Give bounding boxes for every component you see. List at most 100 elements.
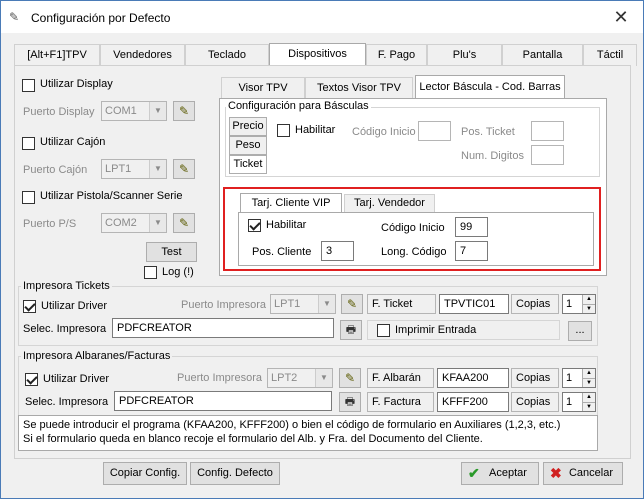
albaranes-driver-checkbox[interactable] — [25, 373, 38, 386]
fticket-label: F. Ticket — [367, 294, 436, 314]
cliente-codigo-inicio-input[interactable]: 99 — [455, 217, 488, 237]
albaranes-copias2-label: Copias — [511, 392, 559, 412]
falbaran-input[interactable]: KFAA200 — [437, 368, 509, 388]
spin-up-icon[interactable]: ▲ — [582, 393, 595, 402]
log-checkbox[interactable] — [144, 266, 157, 279]
albaranes-edit-button[interactable]: ✎ — [339, 368, 361, 388]
check-icon: ✔ — [468, 465, 480, 481]
bascula-codigo-inicio-input[interactable] — [418, 121, 451, 141]
ticket-button[interactable]: Ticket — [229, 155, 267, 174]
puerto-display-value: COM1 — [105, 105, 137, 117]
puerto-ps-label: Puerto P/S — [23, 218, 77, 230]
precio-button[interactable]: Precio — [229, 117, 267, 136]
subtab-textos-visor[interactable]: Textos Visor TPV — [305, 77, 413, 99]
long-codigo-input[interactable]: 7 — [455, 241, 488, 261]
puerto-display-select[interactable]: COM1 ▼ — [101, 101, 167, 121]
subtab-visor[interactable]: Visor TPV — [221, 77, 305, 99]
pos-ticket-input[interactable] — [531, 121, 564, 141]
tickets-driver-checkbox[interactable] — [23, 300, 36, 313]
spin-up-icon[interactable]: ▲ — [582, 295, 595, 304]
imprimir-entrada-checkbox[interactable] — [377, 324, 390, 337]
close-icon[interactable]: ✕ — [599, 1, 643, 33]
printer-icon: 🖶 — [345, 324, 357, 336]
num-digitos-label: Num. Digitos — [461, 150, 524, 162]
pos-cliente-input[interactable]: 3 — [321, 241, 354, 261]
albaranes-copias2-spinner[interactable]: 1 ▲ ▼ — [562, 392, 596, 412]
pencil-icon: ✎ — [178, 162, 190, 176]
info-line-2: Si el formulario queda en blanco recoje … — [23, 433, 483, 445]
albaranes-printer-button[interactable]: 🖶 — [339, 392, 361, 412]
subtab-lector-bascula[interactable]: Lector Báscula - Cod. Barras — [415, 75, 565, 99]
bascula-habilitar-checkbox[interactable] — [277, 124, 290, 137]
tab-dispositivos[interactable]: Dispositivos — [269, 43, 366, 67]
tab-fpago[interactable]: F. Pago — [366, 44, 427, 66]
display-checkbox[interactable] — [22, 79, 35, 92]
tab-vendedor[interactable]: Tarj. Vendedor — [344, 194, 435, 213]
spin-down-icon[interactable]: ▼ — [582, 402, 595, 411]
pencil-icon: ✎ — [178, 216, 190, 230]
fticket-input[interactable]: TPVTIC01 — [439, 294, 509, 314]
tab-teclado[interactable]: Teclado — [185, 44, 269, 66]
cancelar-button[interactable]: ✖ Cancelar — [543, 462, 623, 485]
cajon-checkbox[interactable] — [22, 137, 35, 150]
falbaran-label: F. Albarán — [367, 368, 434, 388]
chevron-down-icon: ▼ — [315, 369, 332, 387]
cajon-checkbox-label: Utilizar Cajón — [40, 136, 106, 148]
albaranes-copias-spinner[interactable]: 1 ▲ ▼ — [562, 368, 596, 388]
peso-button[interactable]: Peso — [229, 136, 267, 155]
long-codigo-label: Long. Código — [381, 246, 447, 258]
cliente-habilitar-checkbox[interactable] — [248, 219, 261, 232]
spin-up-icon[interactable]: ▲ — [582, 369, 595, 378]
puerto-ps-select[interactable]: COM2 ▼ — [101, 213, 167, 233]
tickets-selec-input[interactable]: PDFCREATOR — [112, 318, 334, 338]
spin-down-icon[interactable]: ▼ — [582, 304, 595, 313]
ffactura-input[interactable]: KFFF200 — [437, 392, 509, 412]
albaranes-copias2-value: 1 — [566, 396, 573, 408]
tickets-title: Impresora Tickets — [21, 280, 112, 292]
config-window: ✎ Configuración por Defecto ✕ [Alt+F1]TP… — [0, 0, 644, 499]
tickets-puerto-label: Puerto Impresora — [181, 299, 266, 311]
tickets-edit-button[interactable]: ✎ — [341, 294, 363, 314]
pencil-icon: ✎ — [178, 104, 190, 118]
spin-down-icon[interactable]: ▼ — [582, 378, 595, 387]
copiar-config-button[interactable]: Copiar Config. — [103, 462, 187, 485]
more-button[interactable]: ... — [568, 321, 592, 341]
main-tabbar: [Alt+F1]TPV Vendedores Teclado Dispositi… — [14, 43, 637, 67]
pos-ticket-label: Pos. Ticket — [461, 126, 515, 138]
albaranes-selec-input[interactable]: PDFCREATOR — [114, 391, 332, 411]
tickets-puerto-select[interactable]: LPT1 ▼ — [270, 294, 336, 314]
tab-cliente-vip[interactable]: Tarj. Cliente VIP — [240, 193, 342, 213]
tab-vendedores[interactable]: Vendedores — [100, 44, 185, 66]
cajon-edit-button[interactable]: ✎ — [173, 159, 195, 179]
config-defecto-button[interactable]: Config. Defecto — [190, 462, 280, 485]
albaranes-title: Impresora Albaranes/Facturas — [21, 350, 173, 362]
puerto-cajon-label: Puerto Cajón — [23, 164, 88, 176]
log-checkbox-label: Log (!) — [162, 266, 194, 278]
num-digitos-input[interactable] — [531, 145, 564, 165]
test-button[interactable]: Test — [146, 242, 197, 262]
albaranes-puerto-label: Puerto Impresora — [177, 372, 262, 384]
x-icon: ✖ — [550, 465, 562, 481]
info-line-1: Se puede introducir el programa (KFAA200… — [23, 419, 561, 431]
tickets-selec-label: Selec. Impresora — [23, 323, 107, 335]
tab-tactil[interactable]: Táctil — [583, 44, 637, 66]
tab-tpv[interactable]: [Alt+F1]TPV — [14, 44, 100, 66]
tickets-printer-button[interactable]: 🖶 — [340, 320, 362, 340]
pistola-checkbox[interactable] — [22, 191, 35, 204]
puerto-cajon-value: LPT1 — [105, 163, 132, 175]
title-bar: ✎ Configuración por Defecto ✕ — [1, 1, 643, 33]
tab-pantalla[interactable]: Pantalla — [502, 44, 583, 66]
aceptar-button[interactable]: ✔ Aceptar — [461, 462, 539, 485]
aceptar-label: Aceptar — [489, 467, 527, 479]
ps-edit-button[interactable]: ✎ — [173, 213, 195, 233]
puerto-cajon-select[interactable]: LPT1 ▼ — [101, 159, 167, 179]
display-edit-button[interactable]: ✎ — [173, 101, 195, 121]
pencil-icon: ✎ — [346, 297, 358, 311]
chevron-down-icon: ▼ — [149, 214, 166, 232]
chevron-down-icon: ▼ — [149, 160, 166, 178]
bascula-codigo-inicio-label: Código Inicio — [352, 126, 416, 138]
cancelar-label: Cancelar — [568, 467, 614, 479]
tickets-copias-spinner[interactable]: 1 ▲ ▼ — [562, 294, 596, 314]
albaranes-puerto-select[interactable]: LPT2 ▼ — [267, 368, 333, 388]
tab-plus[interactable]: Plu's — [427, 44, 502, 66]
